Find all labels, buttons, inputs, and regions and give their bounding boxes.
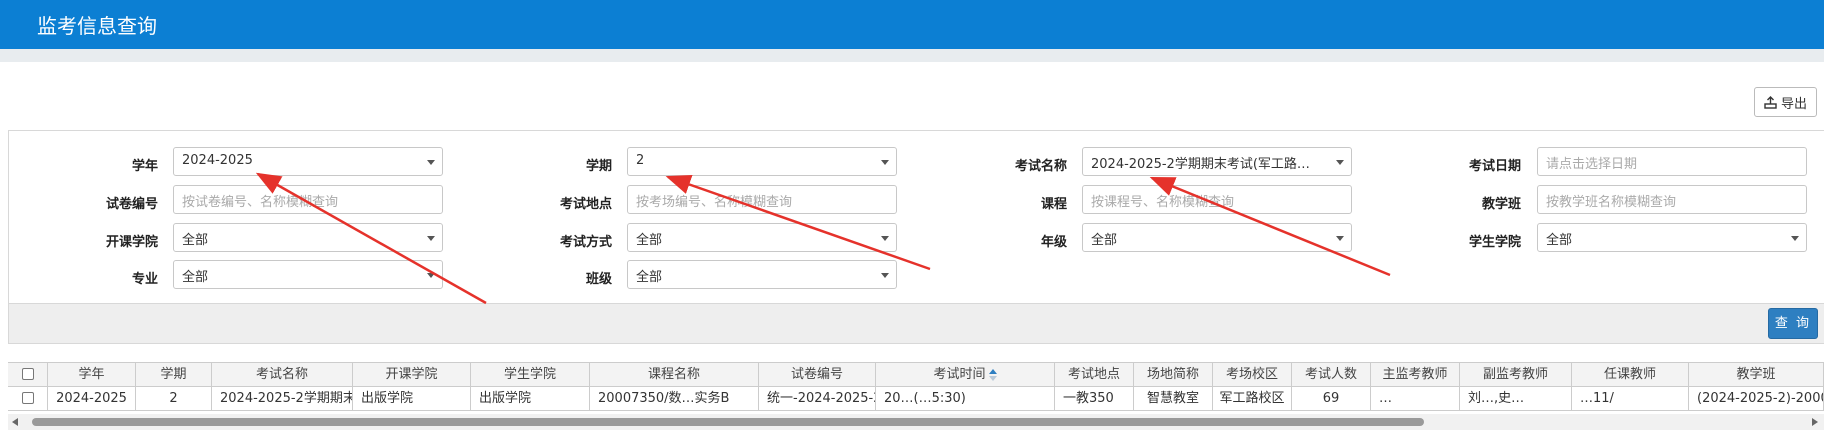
table-cell: 2024-2025-2学期期末考: [212, 387, 353, 411]
col-header[interactable]: 教学班: [1689, 363, 1824, 387]
table-cell: 出版学院: [471, 387, 590, 411]
label-exam-place: 考试地点: [559, 197, 612, 212]
table-cell: 一教350: [1055, 387, 1134, 411]
dropdown-caret-icon: [881, 273, 889, 278]
table-row[interactable]: 2024-2025 2 2024-2025-2学期期末考 出版学院 出版学院 2…: [8, 387, 1824, 411]
select-all-cell: [8, 363, 48, 387]
label-exam-method: 考试方式: [559, 235, 612, 250]
student-college-select[interactable]: 全部: [1537, 223, 1807, 252]
scroll-right-icon[interactable]: [1812, 418, 1818, 426]
dropdown-caret-icon: [427, 273, 435, 278]
export-button[interactable]: 导出: [1754, 87, 1817, 117]
table-cell: …: [1371, 387, 1460, 411]
table-cell: 2024-2025: [48, 387, 136, 411]
table-cell: …11/: [1572, 387, 1689, 411]
dropdown-caret-icon: [427, 236, 435, 241]
col-header[interactable]: 学生学院: [471, 363, 590, 387]
xueqi-select[interactable]: 2: [627, 147, 897, 176]
label-class: 班级: [585, 272, 612, 287]
label-xuenian: 学年: [131, 159, 158, 174]
label-grade: 年级: [1040, 235, 1067, 250]
teaching-class-input[interactable]: 按教学班名称模糊查询: [1537, 185, 1807, 214]
col-header[interactable]: 任课教师: [1572, 363, 1689, 387]
col-header[interactable]: 试卷编号: [759, 363, 876, 387]
table-header-row: 学年 学期 考试名称 开课学院 学生学院 课程名称 试卷编号 考试时间 考试地点…: [8, 363, 1824, 387]
scroll-left-icon[interactable]: [12, 418, 18, 426]
row-checkbox[interactable]: [21, 391, 34, 404]
results-table: 学年 学期 考试名称 开课学院 学生学院 课程名称 试卷编号 考试时间 考试地点…: [8, 362, 1824, 414]
col-header[interactable]: 学年: [48, 363, 136, 387]
sort-icon[interactable]: [988, 368, 997, 381]
label-major: 专业: [131, 272, 158, 287]
table-cell: 军工路校区: [1213, 387, 1292, 411]
label-course: 课程: [1040, 197, 1067, 212]
table-cell: 69: [1292, 387, 1371, 411]
export-icon: [1764, 95, 1777, 109]
label-teaching-class: 教学班: [1481, 197, 1521, 212]
label-xueqi: 学期: [585, 159, 612, 174]
table-cell: 出版学院: [353, 387, 471, 411]
dropdown-caret-icon: [881, 236, 889, 241]
label-open-college: 开课学院: [105, 235, 158, 250]
col-header[interactable]: 考试名称: [212, 363, 353, 387]
col-header[interactable]: 副监考教师: [1460, 363, 1572, 387]
page-title: 监考信息查询: [37, 14, 157, 38]
dropdown-caret-icon: [1336, 160, 1344, 165]
col-header[interactable]: 考场校区: [1213, 363, 1292, 387]
col-header-exam-time[interactable]: 考试时间: [876, 363, 1055, 387]
dropdown-caret-icon: [427, 160, 435, 165]
col-header[interactable]: 场地简称: [1134, 363, 1213, 387]
query-button[interactable]: 查 询: [1768, 308, 1818, 339]
paper-no-input[interactable]: 按试卷编号、名称模糊查询: [173, 185, 443, 214]
course-input[interactable]: 按课程号、名称模糊查询: [1082, 185, 1352, 214]
table-cell: 统一-2024-2025-2学: [759, 387, 876, 411]
col-header[interactable]: 考试地点: [1055, 363, 1134, 387]
row-select-cell: [8, 387, 48, 411]
exam-name-select[interactable]: 2024-2025-2学期期末考试(军工路…: [1082, 147, 1352, 176]
label-paper-no: 试卷编号: [105, 197, 158, 212]
select-all-checkbox[interactable]: [21, 367, 34, 380]
label-exam-name: 考试名称: [1014, 159, 1067, 174]
xuenian-select[interactable]: 2024-2025: [173, 147, 443, 176]
action-bar: [8, 304, 1824, 344]
export-label: 导出: [1780, 96, 1807, 112]
col-header[interactable]: 开课学院: [353, 363, 471, 387]
table-cell: (2024-2025-2)-200076: [1689, 387, 1824, 411]
header-divider: [0, 49, 1824, 62]
col-header[interactable]: 学期: [136, 363, 212, 387]
table-cell: 智慧教室: [1134, 387, 1213, 411]
dropdown-caret-icon: [1791, 236, 1799, 241]
exam-method-select[interactable]: 全部: [627, 223, 897, 252]
label-student-college: 学生学院: [1468, 235, 1521, 250]
table-cell: 刘…,史…: [1460, 387, 1572, 411]
col-header[interactable]: 考试人数: [1292, 363, 1371, 387]
exam-date-input[interactable]: 请点击选择日期: [1537, 147, 1807, 176]
col-header[interactable]: 课程名称: [590, 363, 759, 387]
grade-select[interactable]: 全部: [1082, 223, 1352, 252]
exam-place-input[interactable]: 按考场编号、名称模糊查询: [627, 185, 897, 214]
class-select[interactable]: 全部: [627, 260, 897, 289]
page-header: 监考信息查询: [0, 0, 1824, 49]
dropdown-caret-icon: [881, 160, 889, 165]
table-cell: 2: [136, 387, 212, 411]
dropdown-caret-icon: [1336, 236, 1344, 241]
major-select[interactable]: 全部: [173, 260, 443, 289]
col-header[interactable]: 主监考教师: [1371, 363, 1460, 387]
label-exam-date: 考试日期: [1468, 159, 1521, 174]
table-cell: 20…(…5:30): [876, 387, 1055, 411]
scroll-thumb[interactable]: [32, 418, 1424, 426]
horizontal-scrollbar[interactable]: [8, 414, 1824, 430]
open-college-select[interactable]: 全部: [173, 223, 443, 252]
table-cell: 20007350/数…实务B: [590, 387, 759, 411]
